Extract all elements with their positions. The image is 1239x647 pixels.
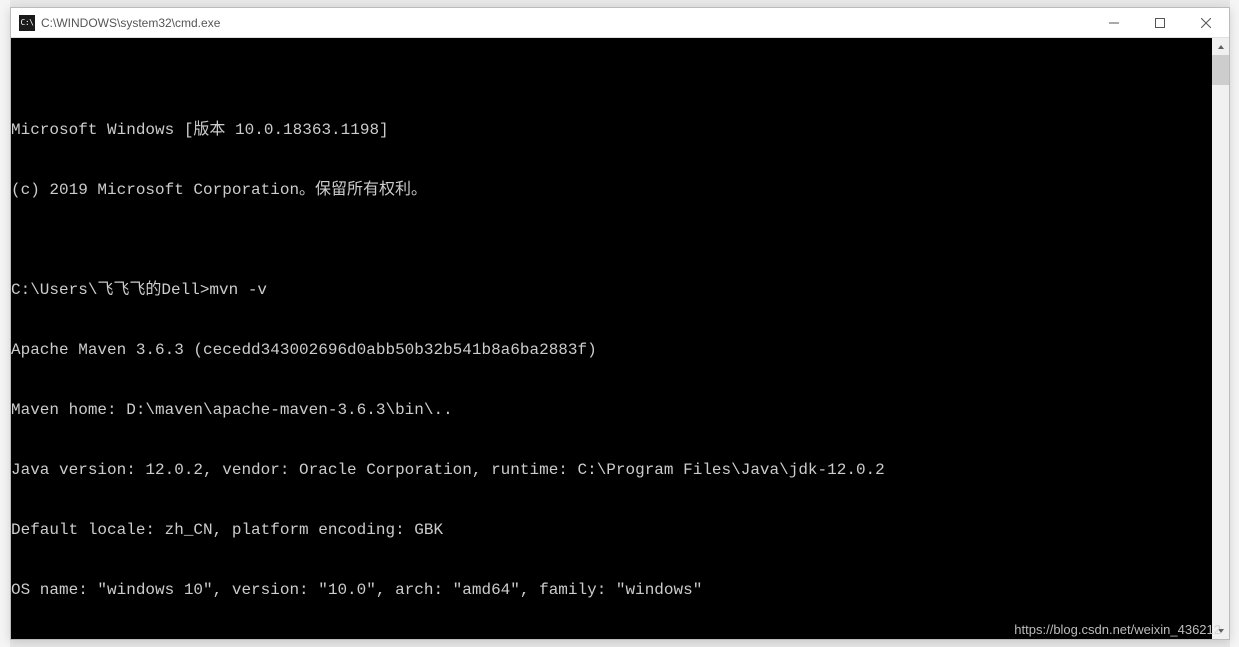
scrollbar[interactable] bbox=[1212, 38, 1229, 639]
terminal-line: Microsoft Windows [版本 10.0.18363.1198] bbox=[11, 120, 1212, 140]
scrollbar-up-arrow[interactable] bbox=[1212, 38, 1229, 55]
terminal-line: Default locale: zh_CN, platform encoding… bbox=[11, 520, 1212, 540]
maximize-icon bbox=[1155, 18, 1165, 28]
terminal-line: C:\Users\飞飞飞的Dell>mvn -v bbox=[11, 280, 1212, 300]
cmd-icon: C:\ bbox=[19, 15, 35, 31]
chevron-up-icon bbox=[1217, 43, 1225, 51]
titlebar[interactable]: C:\ C:\WINDOWS\system32\cmd.exe bbox=[11, 8, 1229, 38]
terminal-line: Java version: 12.0.2, vendor: Oracle Cor… bbox=[11, 460, 1212, 480]
window-title: C:\WINDOWS\system32\cmd.exe bbox=[41, 16, 220, 30]
terminal-line: Maven home: D:\maven\apache-maven-3.6.3\… bbox=[11, 400, 1212, 420]
cmd-window: C:\ C:\WINDOWS\system32\cmd.exe Microsof… bbox=[10, 7, 1230, 640]
window-controls bbox=[1091, 8, 1229, 38]
scrollbar-down-arrow[interactable] bbox=[1212, 622, 1229, 639]
minimize-button[interactable] bbox=[1091, 8, 1137, 38]
terminal-area[interactable]: Microsoft Windows [版本 10.0.18363.1198] (… bbox=[11, 38, 1229, 639]
terminal-line: (c) 2019 Microsoft Corporation。保留所有权利。 bbox=[11, 180, 1212, 200]
scrollbar-track-space[interactable] bbox=[1212, 85, 1229, 622]
background-left-sliver bbox=[0, 0, 10, 647]
terminal-content: Microsoft Windows [版本 10.0.18363.1198] (… bbox=[11, 80, 1229, 639]
scrollbar-thumb[interactable] bbox=[1212, 55, 1229, 85]
chevron-down-icon bbox=[1217, 627, 1225, 635]
close-button[interactable] bbox=[1183, 8, 1229, 38]
minimize-icon bbox=[1109, 18, 1119, 28]
maximize-button[interactable] bbox=[1137, 8, 1183, 38]
close-icon bbox=[1201, 18, 1211, 28]
terminal-line: Apache Maven 3.6.3 (cecedd343002696d0abb… bbox=[11, 340, 1212, 360]
background-right-sliver bbox=[1230, 0, 1239, 647]
terminal-line: OS name: "windows 10", version: "10.0", … bbox=[11, 580, 1212, 600]
